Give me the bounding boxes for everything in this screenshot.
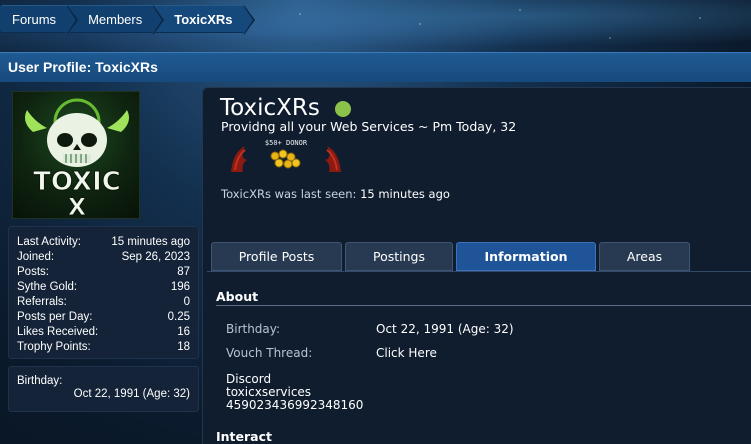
sidebar-birthday-label: Birthday: — [17, 375, 63, 387]
profile-status-message: Providng all your Web Services ~ Pm Toda… — [221, 119, 517, 134]
tab-profile-posts[interactable]: Profile Posts — [211, 242, 342, 271]
avatar-text-x: X — [68, 193, 87, 220]
breadcrumb-forums[interactable]: Forums — [0, 5, 79, 35]
last-seen: ToxicXRs was last seen: 15 minutes ago — [221, 187, 450, 201]
birthday-value: Oct 22, 1991 (Age: 32) — [376, 322, 514, 336]
tab-information[interactable]: Information — [456, 242, 596, 271]
sidebar-birthday-value: Oct 22, 1991 (Age: 32) — [73, 388, 190, 400]
stat-trophy-points[interactable]: Trophy Points: 18 — [17, 340, 190, 355]
tab-postings[interactable]: Postings — [345, 242, 453, 271]
profile-username: ToxicXRs — [220, 95, 320, 121]
breadcrumb-current[interactable]: ToxicXRs — [152, 5, 255, 35]
birthday-label: Birthday: — [226, 322, 281, 336]
online-status-icon — [335, 101, 351, 117]
stat-posts-per-day: Posts per Day: 0.25 — [17, 311, 190, 323]
discord-id: 459023436992348160 — [226, 398, 364, 412]
stat-last-activity: Last Activity: 15 minutes ago — [17, 236, 190, 248]
vouch-thread-link[interactable]: Click Here — [376, 346, 437, 360]
interact-heading: Interact — [216, 429, 272, 444]
breadcrumb-members[interactable]: Members — [66, 5, 165, 35]
stat-referrals: Referrals: 0 — [17, 296, 190, 308]
tabs-divider — [207, 271, 751, 272]
stat-joined: Joined: Sep 26, 2023 — [17, 251, 190, 263]
about-heading: About — [216, 289, 259, 304]
donor-badge-icon: $50+ DONOR — [229, 136, 343, 174]
last-seen-time: 15 minutes ago — [360, 187, 450, 201]
breadcrumb: Forums Members ToxicXRs — [0, 5, 255, 35]
avatar[interactable]: TOXIC X — [12, 91, 140, 222]
tab-areas[interactable]: Areas — [599, 242, 690, 271]
profile-tabs: Profile Posts Postings Information Areas — [211, 242, 690, 272]
sidebar-birthday: Birthday: Oct 22, 1991 (Age: 32) — [8, 366, 199, 412]
toxic-skull-logo: TOXIC X — [25, 98, 129, 222]
page-title: User Profile: ToxicXRs — [0, 52, 751, 82]
vouch-thread-label: Vouch Thread: — [226, 346, 313, 360]
discord-info: Discord toxicxservices 45902343699234816… — [226, 373, 363, 412]
member-stats: Last Activity: 15 minutes ago Joined: Sep … — [8, 226, 199, 359]
stat-posts[interactable]: Posts: 87 — [17, 265, 190, 280]
stat-sythe-gold: Sythe Gold: 196 — [17, 281, 190, 293]
stat-likes-received: Likes Received: 16 — [17, 326, 190, 338]
badge-text: $50+ DONOR — [265, 139, 308, 147]
about-divider — [216, 305, 751, 306]
